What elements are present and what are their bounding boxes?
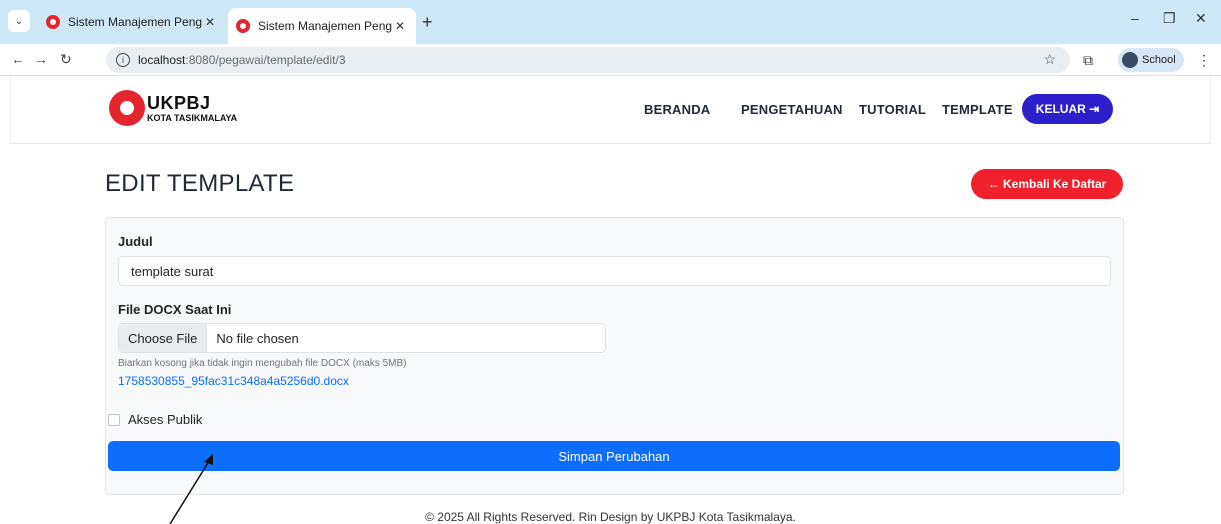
edit-template-form: Judul template surat File DOCX Saat Ini … [105, 217, 1124, 495]
page-title: EDIT TEMPLATE [105, 170, 295, 197]
bookmark-star-icon[interactable]: ☆ [1043, 51, 1056, 68]
browser-tab-1[interactable]: Sistem Manajemen Pengetahuan ✕ [38, 8, 226, 36]
address-bar[interactable]: i localhost:8080/pegawai/template/edit/3… [106, 47, 1070, 73]
reload-icon[interactable]: ↻ [60, 51, 72, 68]
judul-input[interactable]: template surat [118, 256, 1111, 286]
tab-close-icon[interactable]: ✕ [202, 15, 218, 29]
browser-tab-bar: ⌄ Sistem Manajemen Pengetahuan ✕ Sistem … [0, 0, 1221, 44]
file-hint-text: Biarkan kosong jika tidak ingin mengubah… [118, 358, 407, 369]
site-favicon-icon [236, 19, 250, 33]
nav-pengetahuan[interactable]: PENGETAHUAN [741, 102, 843, 117]
browser-tab-2[interactable]: Sistem Manajemen Pengetahuan ✕ [228, 8, 416, 44]
tab-search-chevron-icon[interactable]: ⌄ [8, 10, 30, 32]
browser-menu-icon[interactable]: ⋮ [1197, 52, 1211, 69]
save-changes-button[interactable]: Simpan Perubahan [108, 441, 1120, 471]
restore-icon[interactable]: ❐ [1163, 10, 1176, 27]
browser-toolbar: ← → ↻ i localhost:8080/pegawai/template/… [0, 44, 1221, 76]
tab-title: Sistem Manajemen Pengetahuan [68, 15, 202, 29]
back-to-list-button[interactable]: ← Kembali Ke Daftar [971, 169, 1123, 199]
forward-arrow-icon[interactable]: → [34, 51, 48, 67]
logo-title: UKPBJ [147, 92, 211, 113]
public-access-row[interactable]: Akses Publik [108, 412, 202, 427]
tab-title: Sistem Manajemen Pengetahuan [258, 19, 392, 33]
public-access-label: Akses Publik [128, 412, 203, 427]
choose-file-button[interactable]: Choose File [119, 324, 208, 352]
profile-button[interactable]: School [1118, 48, 1184, 72]
judul-label: Judul [118, 234, 153, 249]
site-header: UKPBJ KOTA TASIKMALAYA BERANDA PENGETAHU… [10, 76, 1211, 144]
back-arrow-icon[interactable]: ← [11, 51, 25, 67]
window-close-icon[interactable]: ✕ [1195, 10, 1207, 27]
file-input[interactable]: Choose File No file chosen [118, 323, 606, 353]
logout-button[interactable]: KELUAR ⇥ [1022, 94, 1113, 124]
nav-beranda[interactable]: BERANDA [644, 102, 710, 117]
current-file-link[interactable]: 1758530855_95fac31c348a4a5256d0.docx [118, 374, 349, 388]
site-favicon-icon [46, 15, 60, 29]
url-path: :8080/pegawai/template/edit/3 [185, 53, 346, 67]
logo-mark-icon [109, 90, 145, 126]
site-info-icon[interactable]: i [116, 53, 130, 67]
nav-template[interactable]: TEMPLATE [942, 102, 1013, 117]
nav-tutorial[interactable]: TUTORIAL [859, 102, 926, 117]
file-chosen-status: No file chosen [216, 330, 299, 346]
site-logo[interactable]: UKPBJ KOTA TASIKMALAYA [109, 90, 237, 126]
new-tab-icon[interactable]: + [422, 12, 433, 33]
tab-close-icon[interactable]: ✕ [392, 19, 408, 33]
profile-label: School [1142, 54, 1176, 66]
footer-text: © 2025 All Rights Reserved. Rin Design b… [425, 510, 796, 524]
url-host: localhost [138, 53, 186, 67]
file-label: File DOCX Saat Ini [118, 302, 232, 317]
extensions-icon[interactable]: ⧉ [1083, 52, 1093, 69]
profile-avatar [1122, 52, 1138, 68]
minimize-icon[interactable]: – [1131, 10, 1139, 26]
public-access-checkbox[interactable] [108, 413, 120, 426]
logo-subtitle: KOTA TASIKMALAYA [147, 112, 238, 123]
